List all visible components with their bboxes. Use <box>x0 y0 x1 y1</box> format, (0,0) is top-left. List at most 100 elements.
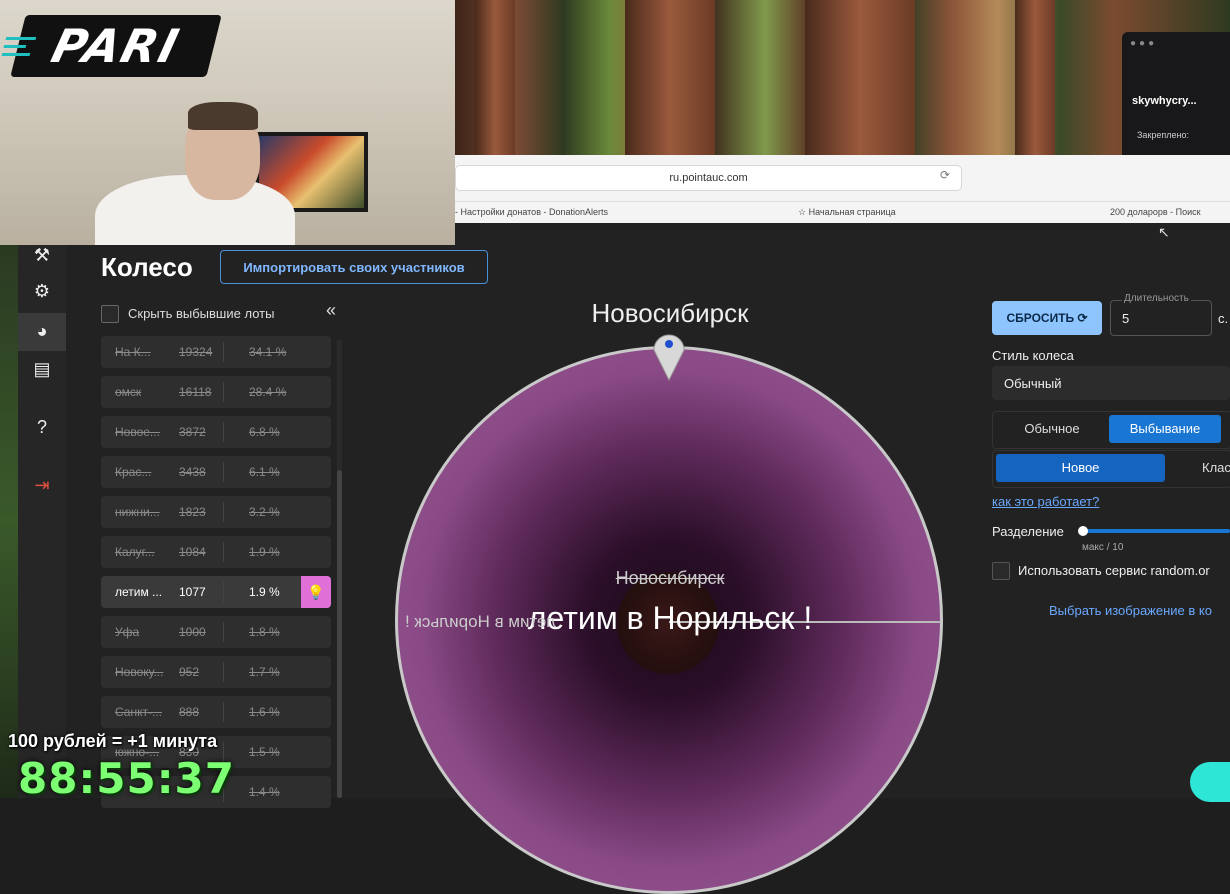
lot-name: На К... <box>115 345 151 359</box>
lightbulb-icon[interactable]: 💡 <box>301 576 331 608</box>
page-title: Колесо <box>101 252 193 282</box>
background-strip <box>0 245 18 798</box>
lot-row[interactable]: Калуг... 1084 1.9 % <box>101 536 331 568</box>
dropout-new-button[interactable]: Новое <box>996 454 1165 482</box>
lot-percent: 28.4 % <box>249 385 287 399</box>
lot-amount: 19324 <box>179 345 213 359</box>
wheel-segment-label: летим в Норильск ! <box>405 612 557 631</box>
lot-percent: 1.5 % <box>249 745 280 759</box>
background-forest-image <box>455 0 1230 160</box>
duration-unit: с. <box>1218 311 1229 326</box>
wheel-style-select[interactable]: Обычный <box>992 366 1230 400</box>
lot-row[interactable]: летим ... 1077 1.9 % 💡 <box>101 576 331 608</box>
lot-amount: 1077 <box>179 585 206 599</box>
chat-username: skywhycry... <box>1132 95 1197 107</box>
lot-percent: 1.4 % <box>249 785 280 799</box>
hide-dropped-checkbox[interactable] <box>101 305 119 323</box>
wheel-style-label: Стиль колеса <box>992 348 1074 363</box>
lot-name: Новоку... <box>115 665 164 679</box>
webcam-feed: PARI <box>0 0 455 245</box>
lot-amount: 1000 <box>179 625 206 639</box>
lot-amount: 16118 <box>179 385 212 399</box>
address-bar[interactable]: ru.pointauc.com <box>455 165 962 191</box>
dropped-lot-name: Новосибирск <box>615 568 725 588</box>
lot-divider <box>223 542 224 562</box>
lot-amount: 3872 <box>179 425 206 439</box>
bookmark-search[interactable]: 200 доларорв - Поиск <box>1110 207 1201 217</box>
lot-divider <box>223 662 224 682</box>
lot-name: Калуг... <box>115 545 155 559</box>
split-slider[interactable] <box>1080 529 1230 533</box>
lot-divider <box>223 382 224 402</box>
duration-value[interactable]: 5 <box>1122 311 1129 326</box>
split-label: Разделение <box>992 524 1064 539</box>
lot-name: Новое... <box>115 425 160 439</box>
lot-divider <box>223 502 224 522</box>
lot-row[interactable]: Новоку... 952 1.7 % <box>101 656 331 688</box>
split-max-hint: макс / 10 <box>1082 542 1124 553</box>
lot-name: летим ... <box>115 585 163 599</box>
lot-name: нижни... <box>115 505 160 519</box>
dropout-classic-button[interactable]: Клас <box>1202 454 1230 482</box>
wheel-winner-label: Новосибирск <box>591 298 749 328</box>
wheel-style-value: Обычный <box>1004 376 1062 391</box>
lot-name: Санкт-... <box>115 705 162 719</box>
logout-icon[interactable]: ⇥ <box>30 475 54 499</box>
streamer-hair <box>188 102 258 130</box>
help-icon[interactable]: ? <box>30 417 54 441</box>
choose-image-link[interactable]: Выбрать изображение в ко <box>1049 603 1212 618</box>
lot-row[interactable]: Крас... 3438 6.1 % <box>101 456 331 488</box>
bookmark-start-page[interactable]: ☆ Начальная страница <box>798 207 896 218</box>
lot-row[interactable]: нижни... 1823 3.2 % <box>101 496 331 528</box>
lot-amount: 952 <box>179 665 200 679</box>
lot-percent: 34.1 % <box>249 345 287 359</box>
reset-button[interactable]: СБРОСИТЬ ⟳ <box>992 301 1102 335</box>
random-org-label: Использовать сервис random.or <box>1018 563 1210 578</box>
lot-percent: 1.9 % <box>249 545 280 559</box>
scrollbar-thumb[interactable] <box>337 470 342 798</box>
chat-window: ●●● skywhycry... Закреплено: <box>1122 32 1230 157</box>
split-slider-handle[interactable] <box>1078 526 1088 536</box>
lot-percent: 1.9 % <box>249 585 280 599</box>
mouse-cursor-icon: ↖ <box>1158 224 1170 240</box>
browser-chrome: ru.pointauc.com ⟳ - Настройки донатов - … <box>455 155 1230 223</box>
lot-row[interactable]: Санкт-... 888 1.6 % <box>101 696 331 728</box>
lot-name: омск <box>115 385 142 399</box>
import-participants-button[interactable]: Импортировать своих участников <box>220 250 488 284</box>
lot-row[interactable]: омск 16118 28.4 % <box>101 376 331 408</box>
wheel-pointer-icon <box>653 334 685 382</box>
lot-row[interactable]: Уфа 1000 1.8 % <box>101 616 331 648</box>
how-it-works-link[interactable]: как это работает? <box>992 494 1099 509</box>
reload-icon[interactable]: ⟳ <box>940 168 950 182</box>
lot-divider <box>223 462 224 482</box>
mode-dropout-button[interactable]: Выбывание <box>1109 415 1221 443</box>
lot-percent: 3.2 % <box>249 505 280 519</box>
pari-logo: PARI <box>1 15 222 77</box>
pie-chart-icon[interactable]: ◕ <box>30 321 54 345</box>
window-controls[interactable]: ●●● <box>1130 38 1157 49</box>
lot-divider <box>223 622 224 642</box>
floating-action-button[interactable] <box>1190 762 1230 802</box>
lot-amount: 3438 <box>179 465 206 479</box>
gavel-icon[interactable]: ⚒ <box>30 245 54 269</box>
collapse-list-button[interactable]: « <box>326 300 336 321</box>
lot-name: Уфа <box>115 625 140 639</box>
clipboard-icon[interactable]: ▤ <box>30 359 54 383</box>
lot-percent: 6.1 % <box>249 465 280 479</box>
gear-icon[interactable]: ⚙ <box>30 281 54 305</box>
lot-percent: 1.7 % <box>249 665 280 679</box>
sidebar: ⚒ ⚙ ◕ ▤ ? ⇥ <box>18 245 66 798</box>
lot-amount: 1084 <box>179 545 206 559</box>
lot-divider <box>223 342 224 362</box>
lot-percent: 1.8 % <box>249 625 280 639</box>
mode-normal-button[interactable]: Обычное <box>1000 415 1104 443</box>
lot-amount: 888 <box>179 705 200 719</box>
stream-timer: 88:55:37 <box>18 754 235 803</box>
bookmark-donationalerts[interactable]: - Настройки донатов - DonationAlerts <box>455 207 608 217</box>
chat-pinned-label: Закреплено: <box>1137 130 1189 140</box>
lot-divider <box>223 422 224 442</box>
random-org-checkbox[interactable] <box>992 562 1010 580</box>
lot-row[interactable]: На К... 19324 34.1 % <box>101 336 331 368</box>
lot-row[interactable]: Новое... 3872 6.8 % <box>101 416 331 448</box>
logo-text: PARI <box>46 19 186 73</box>
